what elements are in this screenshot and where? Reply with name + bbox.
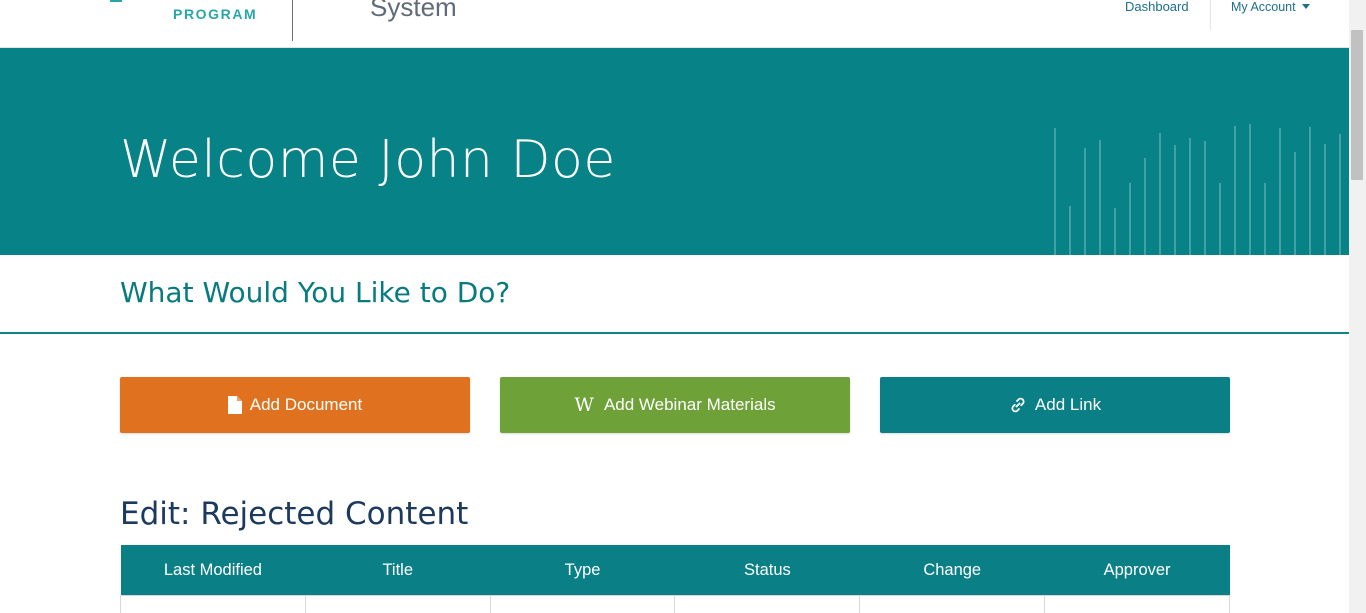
table-cell xyxy=(674,595,861,613)
actions-heading: What Would You Like to Do? xyxy=(120,276,511,309)
table-row xyxy=(120,595,1230,613)
nav-my-account-dropdown[interactable]: My Account xyxy=(1231,0,1310,14)
rejected-content-table: Last Modified Title Type Status Change A… xyxy=(120,545,1230,613)
nav-separator xyxy=(1210,0,1211,30)
add-webinar-label: Add Webinar Materials xyxy=(603,395,776,414)
column-header-type[interactable]: Type xyxy=(490,545,675,596)
decorative-lines-graphic xyxy=(1054,124,1341,255)
column-header-title[interactable]: Title xyxy=(305,545,491,596)
add-link-label: Add Link xyxy=(1034,395,1102,414)
table-cell xyxy=(1044,595,1230,613)
column-header-last-modified[interactable]: Last Modified xyxy=(120,545,306,596)
rejected-content-title: Edit: Rejected Content xyxy=(120,496,469,532)
my-account-label: My Account xyxy=(1231,0,1296,14)
logo-mark-icon xyxy=(110,0,122,2)
rejected-content-table-container: Last Modified Title Type Status Change A… xyxy=(120,545,1230,613)
system-title: System xyxy=(370,0,457,22)
logo-program-text[interactable]: PROGRAM xyxy=(173,6,257,22)
page: PROGRAM System Dashboard My Account Welc… xyxy=(0,0,1349,613)
add-document-button[interactable]: Add Document xyxy=(120,377,470,433)
vertical-scrollbar[interactable] xyxy=(1349,0,1366,613)
caret-down-icon xyxy=(1301,4,1310,9)
table-header-row: Last Modified Title Type Status Change A… xyxy=(120,545,1230,596)
add-webinar-materials-button[interactable]: W Add Webinar Materials xyxy=(500,377,850,433)
top-header: PROGRAM System Dashboard My Account xyxy=(0,0,1349,48)
welcome-title: Welcome John Doe xyxy=(120,130,616,190)
section-divider xyxy=(0,332,1349,334)
document-icon xyxy=(227,396,242,414)
column-header-change[interactable]: Change xyxy=(859,545,1045,596)
table-cell xyxy=(489,595,676,613)
column-header-approver[interactable]: Approver xyxy=(1044,545,1230,596)
scrollbar-thumb[interactable] xyxy=(1351,30,1363,180)
header-divider xyxy=(292,0,293,41)
link-icon xyxy=(1009,396,1027,414)
add-link-button[interactable]: Add Link xyxy=(880,377,1230,433)
add-document-label: Add Document xyxy=(249,395,363,414)
wikipedia-w-icon: W xyxy=(574,394,594,416)
nav-dashboard-link[interactable]: Dashboard xyxy=(1125,0,1189,14)
table-cell xyxy=(859,595,1046,613)
welcome-banner: Welcome John Doe xyxy=(0,48,1349,255)
table-cell xyxy=(304,595,491,613)
table-cell xyxy=(120,595,306,613)
column-header-status[interactable]: Status xyxy=(674,545,860,596)
